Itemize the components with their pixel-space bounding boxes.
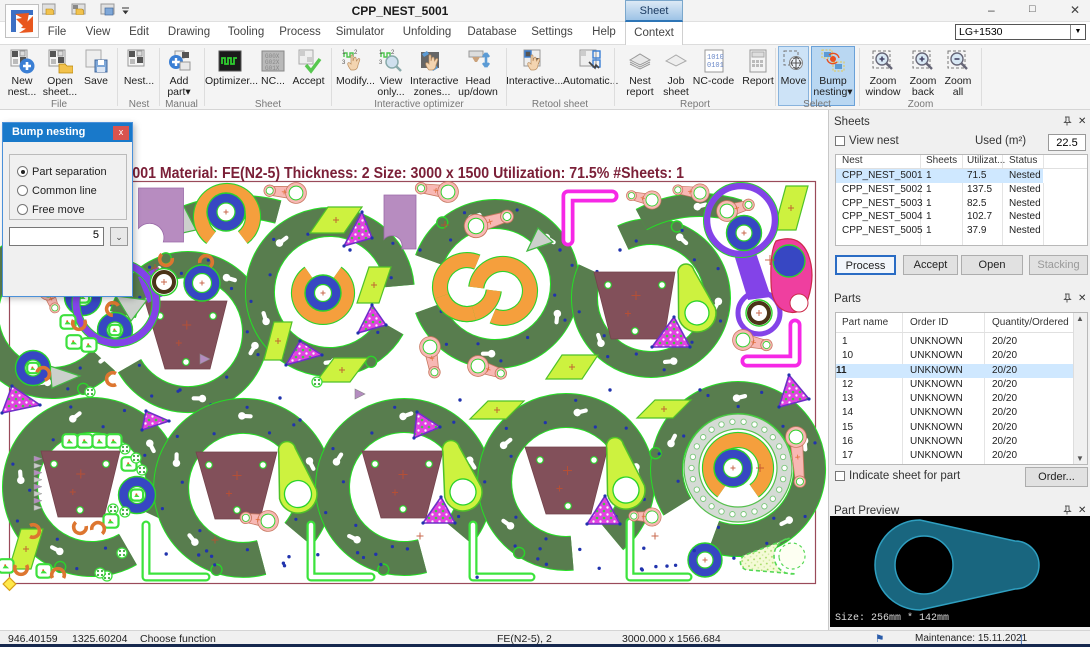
svg-text:G01X: G01X [265,65,280,72]
svg-text:1010: 1010 [707,54,724,62]
svg-text:CPP_NEST_5001 Material: FE(N2: CPP_NEST_5001 Material: FE(N2-5) Thickne… [42,165,684,182]
svg-text:0101: 0101 [707,62,724,70]
svg-text:2: 2 [354,50,358,56]
svg-text:2: 2 [391,50,395,56]
svg-text:3: 3 [342,60,346,66]
svg-text:3: 3 [379,60,383,66]
